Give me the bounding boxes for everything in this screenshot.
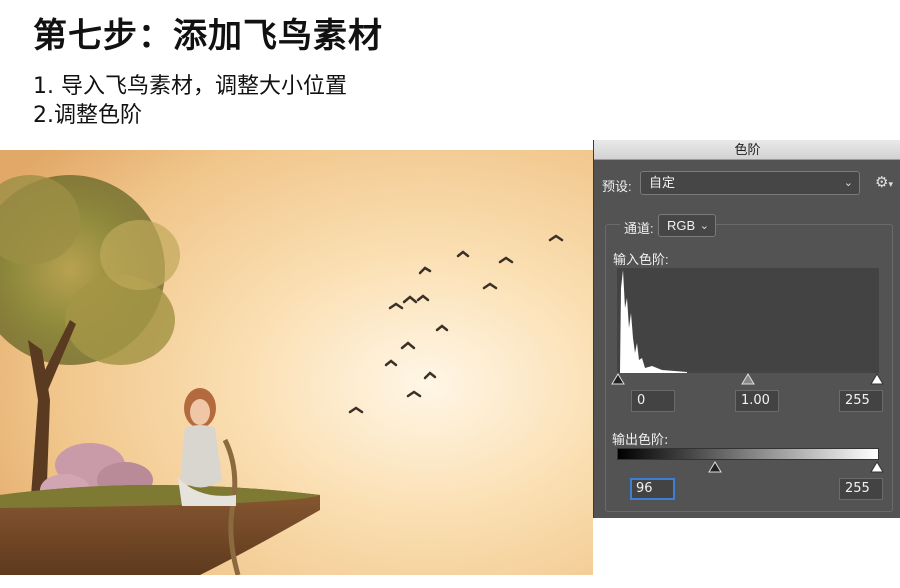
preset-label: 预设: — [602, 179, 632, 194]
histogram — [617, 268, 879, 373]
output-gradient-bar — [617, 448, 879, 460]
input-white-field[interactable]: 255 — [839, 390, 883, 412]
channel-label: 通道: — [620, 218, 658, 237]
chevron-down-icon: ⌄ — [843, 177, 853, 189]
output-white-field[interactable]: 255 — [839, 478, 883, 500]
preset-value: 自定 — [649, 175, 676, 190]
input-levels-label: 输入色阶: — [613, 252, 669, 267]
levels-panel-title: 色阶 — [594, 140, 900, 160]
output-levels-label: 输出色阶: — [612, 433, 669, 448]
input-black-field[interactable]: 0 — [631, 390, 675, 412]
chevron-down-icon: ⌄ — [699, 220, 709, 232]
preset-select[interactable]: 自定 ⌄ — [640, 171, 860, 195]
input-gamma-field[interactable]: 1.00 — [735, 390, 779, 412]
output-black-field[interactable]: 96 — [630, 478, 675, 500]
instruction-line-1: 1. 导入飞鸟素材，调整大小位置 — [33, 74, 347, 99]
instruction-line-2: 2.调整色阶 — [33, 103, 142, 128]
channel-select[interactable]: RGB ⌄ — [658, 214, 716, 237]
step-title: 第七步：添加飞鸟素材 — [33, 16, 383, 56]
gear-icon[interactable]: ⚙▾ — [875, 173, 893, 191]
channel-value: RGB — [667, 218, 696, 233]
composite-photo — [0, 150, 593, 575]
